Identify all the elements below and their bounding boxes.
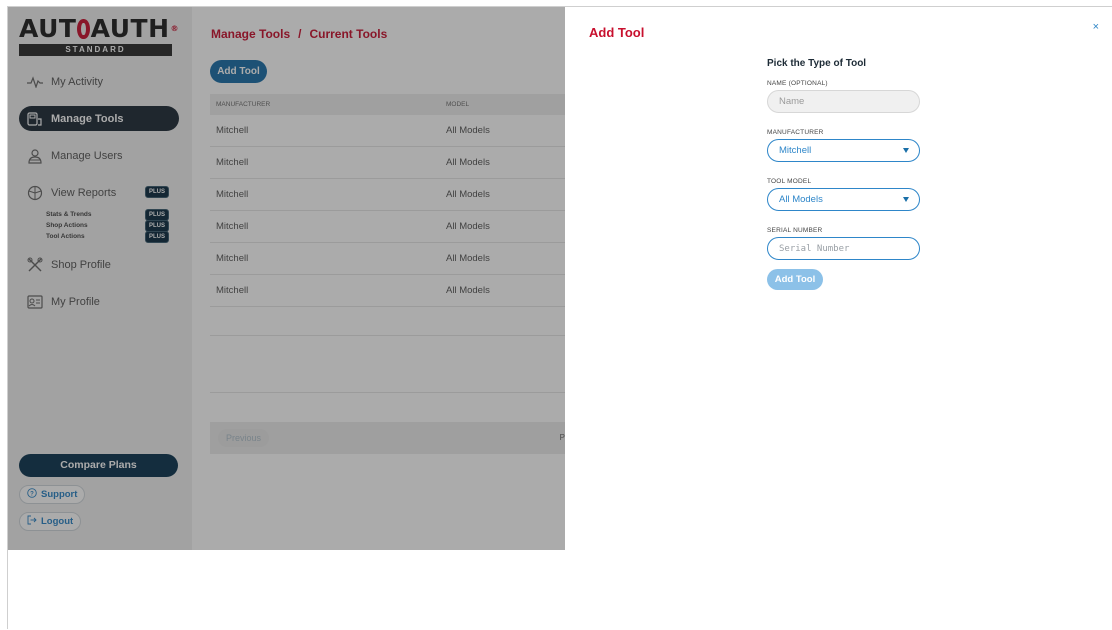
sidebar-item-shop-profile[interactable]: Shop Profile [19,252,179,277]
add-tool-button[interactable]: Add Tool [210,60,267,83]
help-icon: ? [27,488,37,501]
tools-table: MANUFACTURER MODEL Mitchell All Models M… [210,94,565,393]
id-card-icon [26,293,44,311]
support-label: Support [41,489,78,500]
logo-text-right: AUTH [90,14,170,43]
subnav-item-label: Shop Actions [46,222,88,229]
table-row[interactable]: Mitchell All Models [210,115,565,147]
sidebar-item-label: My Activity [51,75,103,88]
table-row[interactable]: Mitchell All Models [210,275,565,307]
table-row-empty [210,336,565,393]
name-label: NAME (OPTIONAL) [767,80,828,87]
logout-icon [27,515,37,528]
add-tool-submit-button[interactable]: Add Tool [767,269,823,290]
app-window: AUT AUTH ® STANDARD My Activity Manage Too… [7,6,1112,630]
caret-down-icon [903,197,909,202]
column-header-model[interactable]: MODEL [446,101,469,108]
sidebar-item-label: My Profile [51,295,100,308]
breadcrumb-current-tools: Current Tools [309,27,388,41]
plus-badge: PLUS [144,208,169,221]
registered-icon: ® [170,24,179,33]
pagination: Previous P [210,422,565,454]
subnav-item-label: Tool Actions [46,233,85,240]
tool-model-value: All Models [779,194,823,205]
sidebar-item-my-profile[interactable]: My Profile [19,289,179,314]
tool-model-label: TOOL MODEL [767,178,812,185]
sidebar-item-label: Shop Profile [51,258,111,271]
tools-icon [26,110,44,128]
breadcrumb-manage-tools[interactable]: Manage Tools [211,27,290,41]
table-row[interactable]: Mitchell All Models [210,147,565,179]
subnav-item-label: Stats & Trends [46,211,92,218]
table-row[interactable]: Mitchell All Models [210,211,565,243]
serial-number-label: SERIAL NUMBER [767,227,823,234]
activity-icon [26,73,44,91]
panel-title: Add Tool [589,25,645,40]
tool-model-select[interactable]: All Models [767,188,920,211]
sidebar-item-label: Manage Users [51,149,123,162]
sidebar: AUT AUTH ® STANDARD My Activity Manage Too… [8,7,192,550]
support-button[interactable]: ? Support [19,485,86,504]
plus-badge: PLUS [144,230,169,243]
users-icon [26,147,44,165]
table-row[interactable]: Mitchell All Models [210,179,565,211]
wrench-icon [26,256,44,274]
form-heading: Pick the Type of Tool [767,58,867,69]
serial-number-input[interactable]: Serial Number [767,237,920,260]
sidebar-item-manage-users[interactable]: Manage Users [19,143,179,168]
logout-label: Logout [41,516,74,527]
cell-manufacturer: Mitchell [216,157,249,168]
add-tool-panel: Add Tool × Pick the Type of Tool NAME (O… [565,7,1112,630]
cell-manufacturer: Mitchell [216,125,249,136]
logo-ring-icon [77,18,90,39]
table-row[interactable]: Mitchell All Models [210,243,565,275]
cell-model: All Models [446,253,490,264]
cell-manufacturer: Mitchell [216,221,249,232]
name-input[interactable]: Name [767,90,920,113]
plus-badge: PLUS [144,186,169,198]
cell-manufacturer: Mitchell [216,253,249,264]
plus-badge: PLUS [144,219,169,232]
manufacturer-select[interactable]: Mitchell [767,139,920,162]
logo-wordmark: AUT AUTH ® [19,15,179,42]
subnav-item-stats-trends[interactable]: Stats & Trends PLUS [46,208,179,221]
main-content: Manage Tools / Current Tools Add Tool MANU… [192,7,565,550]
add-tool-form: Pick the Type of Tool NAME (OPTIONAL) Na… [767,58,922,290]
close-icon[interactable]: × [1093,21,1099,33]
serial-number-placeholder: Serial Number [779,243,850,254]
cell-model: All Models [446,157,490,168]
table-row-empty [210,307,565,336]
sidebar-nav: My Activity Manage Tools Manage Users Vi… [19,69,179,326]
cell-model: All Models [446,189,490,200]
cell-model: All Models [446,221,490,232]
caret-down-icon [903,148,909,153]
sidebar-item-my-activity[interactable]: My Activity [19,69,179,94]
sidebar-item-manage-tools[interactable]: Manage Tools [19,106,179,131]
logout-button[interactable]: Logout [19,512,82,531]
cell-manufacturer: Mitchell [216,189,249,200]
cell-model: All Models [446,285,490,296]
logo-subtitle: STANDARD [19,44,172,56]
logo-text-left: AUT [19,14,77,43]
subnav-item-shop-actions[interactable]: Shop Actions PLUS [46,219,179,232]
manufacturer-label: MANUFACTURER [767,129,824,136]
reports-subnav: Stats & Trends PLUS Shop Actions PLUS To… [46,208,179,243]
name-placeholder: Name [779,96,805,107]
reports-icon [26,184,44,202]
subnav-item-tool-actions[interactable]: Tool Actions PLUS [46,230,179,243]
column-header-manufacturer[interactable]: MANUFACTURER [210,101,446,108]
previous-button[interactable]: Previous [218,429,270,447]
manufacturer-value: Mitchell [779,145,812,156]
compare-plans-button[interactable]: Compare Plans [19,454,178,477]
breadcrumb-separator: / [298,27,302,41]
sidebar-item-view-reports[interactable]: View Reports PLUS [19,180,179,205]
logo[interactable]: AUT AUTH ® STANDARD [19,15,179,56]
sidebar-item-label: View Reports [51,186,117,199]
cell-model: All Models [446,125,490,136]
breadcrumb: Manage Tools / Current Tools [211,27,387,41]
table-header: MANUFACTURER MODEL [210,94,565,115]
svg-text:?: ? [30,491,34,497]
cell-manufacturer: Mitchell [216,285,249,296]
sidebar-item-label: Manage Tools [51,112,124,125]
